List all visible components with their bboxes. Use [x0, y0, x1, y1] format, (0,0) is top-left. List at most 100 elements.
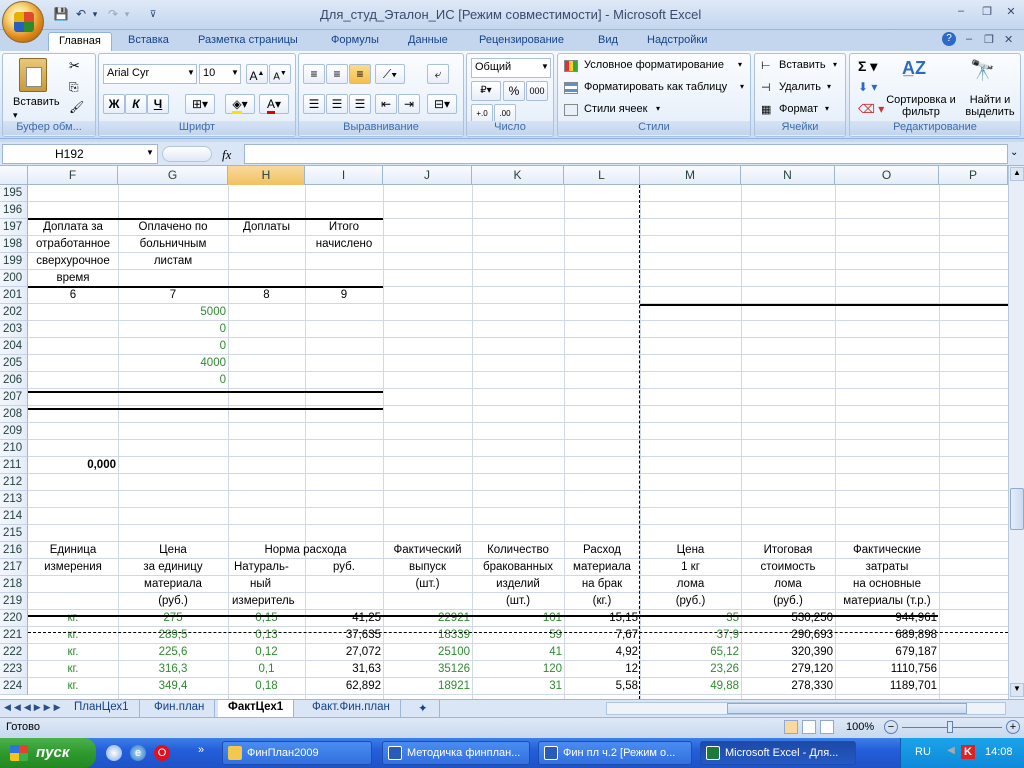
cell-g202[interactable]: 5000 [118, 304, 226, 320]
delete-cells-button[interactable]: Удалить [779, 81, 821, 93]
cell-g197[interactable]: Оплачено по [118, 219, 228, 235]
quicklaunch-more-icon[interactable]: » [198, 744, 204, 756]
cell-f221[interactable]: кг. [28, 627, 118, 643]
cell-h222[interactable]: 0,12 [228, 644, 305, 660]
row-header[interactable]: 223 [0, 661, 28, 678]
cell-i220[interactable]: 41,25 [305, 610, 381, 626]
row-header[interactable]: 208 [0, 406, 28, 423]
tab-formulas[interactable]: Формулы [321, 32, 389, 51]
align-right-icon[interactable]: ☰ [349, 94, 371, 114]
thousands-button[interactable]: 000 [526, 81, 548, 101]
cell-f222[interactable]: кг. [28, 644, 118, 660]
cell-g198[interactable]: больничным [118, 236, 228, 252]
cell-h220[interactable]: 0,15 [228, 610, 305, 626]
internet-explorer-icon[interactable]: e [130, 745, 146, 761]
row-header[interactable]: 217 [0, 559, 28, 576]
cell-k217[interactable]: бракованных [472, 559, 564, 575]
col-header-f[interactable]: F [28, 166, 118, 185]
cell-j221[interactable]: 18339 [383, 627, 470, 643]
cell-l224[interactable]: 5,58 [564, 678, 638, 694]
cell-m219[interactable]: (руб.) [640, 593, 741, 609]
cell-m217[interactable]: 1 кг [640, 559, 741, 575]
ribbon-minimize-icon[interactable]: – [966, 33, 972, 45]
row-header[interactable]: 210 [0, 440, 28, 457]
cell-g220[interactable]: 275 [118, 610, 228, 626]
cell-i198[interactable]: начислено [305, 236, 383, 252]
ribbon-restore-icon[interactable]: ❐ [984, 33, 994, 46]
cell-k223[interactable]: 120 [472, 661, 562, 677]
hscroll-thumb[interactable] [727, 703, 967, 714]
row-header[interactable]: 216 [0, 542, 28, 559]
col-header-g[interactable]: G [118, 166, 228, 185]
cell-i221[interactable]: 37,635 [305, 627, 381, 643]
tab-data[interactable]: Данные [398, 32, 458, 51]
cell-g199[interactable]: листам [118, 253, 228, 269]
align-center-icon[interactable]: ☰ [326, 94, 348, 114]
cell-g206[interactable]: 0 [118, 372, 226, 388]
cell-i224[interactable]: 62,892 [305, 678, 381, 694]
row-header[interactable]: 224 [0, 678, 28, 695]
cell-k222[interactable]: 41 [472, 644, 562, 660]
cell-j216[interactable]: Фактический [383, 542, 472, 558]
cell-m224[interactable]: 49,88 [640, 678, 739, 694]
cell-k224[interactable]: 31 [472, 678, 562, 694]
align-top-icon[interactable]: ≡ [303, 64, 325, 84]
ribbon-close-icon[interactable]: ✕ [1004, 33, 1013, 46]
decrease-indent-icon[interactable]: ⇤ [375, 94, 397, 114]
row-header[interactable]: 201 [0, 287, 28, 304]
cell-g216[interactable]: Цена [118, 542, 228, 558]
expand-formula-bar-icon[interactable]: ⌄ [1010, 147, 1018, 158]
opera-icon[interactable]: O [154, 745, 170, 761]
cell-g223[interactable]: 316,3 [118, 661, 228, 677]
cell-f224[interactable]: кг. [28, 678, 118, 694]
formula-expand-icon[interactable] [162, 146, 212, 162]
fill-icon[interactable]: ⬇ ▾ [858, 80, 877, 94]
zoom-level[interactable]: 100% [846, 721, 874, 733]
col-header-m[interactable]: M [640, 166, 741, 185]
office-button[interactable] [2, 1, 44, 43]
cell-g205[interactable]: 4000 [118, 355, 226, 371]
col-header-p[interactable]: P [939, 166, 1008, 185]
increase-indent-icon[interactable]: ⇥ [398, 94, 420, 114]
cell-f211[interactable]: 0,000 [28, 457, 116, 473]
row-header[interactable]: 200 [0, 270, 28, 287]
normal-view-icon[interactable] [784, 720, 798, 734]
page-break-view-icon[interactable] [820, 720, 834, 734]
cell-h217[interactable]: Натураль- [234, 559, 311, 575]
copy-icon[interactable]: ⎘ [69, 80, 79, 95]
cell-l217[interactable]: материала [564, 559, 640, 575]
row-header[interactable]: 202 [0, 304, 28, 321]
align-middle-icon[interactable]: ≡ [326, 64, 348, 84]
row-header[interactable]: 219 [0, 593, 28, 610]
row-header[interactable]: 221 [0, 627, 28, 644]
format-as-table-button[interactable]: Форматировать как таблицу [584, 81, 727, 93]
underline-button[interactable]: Ч [147, 94, 169, 114]
format-painter-icon[interactable]: 🖌 [69, 100, 84, 114]
col-header-o[interactable]: O [835, 166, 939, 185]
cell-g219[interactable]: (руб.) [118, 593, 228, 609]
row-header[interactable]: 218 [0, 576, 28, 593]
paste-icon[interactable] [19, 58, 47, 92]
currency-format-icon[interactable]: ₽▾ [471, 81, 501, 101]
cell-g224[interactable]: 349,4 [118, 678, 228, 694]
formula-input[interactable] [244, 144, 1008, 164]
language-indicator[interactable]: RU [915, 746, 931, 758]
cell-o220[interactable]: 944,961 [835, 610, 937, 626]
cell-h216[interactable]: Норма расхода [228, 542, 383, 558]
cell-m223[interactable]: 23,26 [640, 661, 739, 677]
zoom-out-icon[interactable]: − [884, 720, 898, 734]
row-header[interactable]: 206 [0, 372, 28, 389]
cell-o221[interactable]: 689,898 [835, 627, 937, 643]
cell-j217[interactable]: выпуск [383, 559, 472, 575]
cell-m220[interactable]: 35 [640, 610, 739, 626]
shrink-font-icon[interactable]: A▼ [269, 64, 291, 84]
undo-dropdown-icon[interactable]: ▾ [86, 6, 104, 22]
cell-n216[interactable]: Итоговая [741, 542, 835, 558]
cell-m218[interactable]: лома [640, 576, 741, 592]
col-header-h[interactable]: H [228, 166, 305, 185]
cell-k220[interactable]: 101 [472, 610, 562, 626]
tab-view[interactable]: Вид [588, 32, 628, 51]
cell-g201[interactable]: 7 [118, 287, 228, 303]
cell-styles-button[interactable]: Стили ячеек [584, 103, 647, 115]
insert-cells-button[interactable]: Вставить [779, 59, 826, 71]
